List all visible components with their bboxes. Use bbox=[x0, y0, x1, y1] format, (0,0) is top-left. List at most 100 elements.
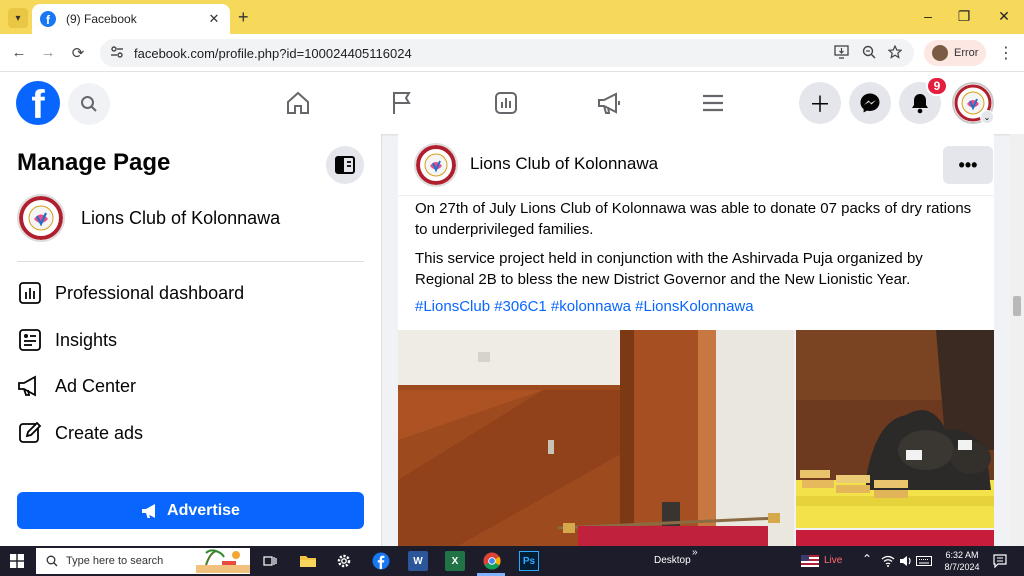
profile-avatar bbox=[932, 45, 948, 61]
bookmark-star-icon[interactable] bbox=[887, 44, 903, 62]
search-icon bbox=[46, 555, 58, 567]
task-view-icon[interactable] bbox=[260, 551, 280, 571]
excel-app-icon[interactable]: X bbox=[445, 551, 465, 571]
insights-tab[interactable] bbox=[491, 88, 521, 118]
forward-button[interactable]: → bbox=[38, 44, 58, 61]
chrome-menu-icon[interactable]: ⋮ bbox=[998, 43, 1014, 63]
clock-time: 6:32 AM bbox=[945, 550, 979, 560]
browser-titlebar: ▾ f (9) Facebook ✕ + – ❐ ✕ bbox=[0, 0, 1024, 34]
chrome-profile-button[interactable]: Error bbox=[924, 40, 986, 66]
switch-panel-button[interactable] bbox=[326, 146, 364, 184]
sidebar-item-ad-center[interactable]: Ad Center bbox=[17, 366, 364, 406]
post-hashtags[interactable]: #LionsClub #306C1 #kolonnawa #LionsKolon… bbox=[415, 298, 754, 315]
file-explorer-icon[interactable] bbox=[298, 551, 318, 571]
ads-tab[interactable] bbox=[595, 88, 625, 118]
back-button[interactable]: ← bbox=[9, 44, 29, 61]
flag-icon bbox=[393, 92, 411, 114]
hamburger-icon bbox=[703, 94, 723, 112]
install-app-icon[interactable] bbox=[834, 45, 849, 62]
photoshop-app-icon[interactable]: Ps bbox=[519, 551, 539, 571]
insights-icon bbox=[17, 327, 43, 353]
post-photo-main[interactable] bbox=[398, 330, 794, 546]
zoom-icon[interactable] bbox=[862, 45, 876, 62]
windows-taskbar: Type here to search W X Ps Desktop » Liv… bbox=[0, 546, 1024, 576]
taskbar-search-placeholder: Type here to search bbox=[66, 555, 164, 567]
advertise-button[interactable]: Advertise bbox=[17, 492, 364, 529]
sidebar-item-create-ads[interactable]: Create ads bbox=[17, 413, 364, 453]
sidebar-item-label: Create ads bbox=[55, 422, 144, 443]
post-more-button[interactable]: ••• bbox=[943, 146, 993, 184]
show-hidden-icons-chevron-icon[interactable]: ⌃ bbox=[862, 552, 872, 566]
page-scrollbar[interactable] bbox=[1010, 134, 1024, 546]
notification-center-icon[interactable] bbox=[990, 551, 1010, 571]
sidebar-item-label: Ad Center bbox=[55, 375, 137, 396]
keyboard-icon[interactable] bbox=[914, 551, 934, 571]
megaphone-icon bbox=[142, 503, 156, 518]
scrollbar-thumb[interactable] bbox=[1013, 296, 1021, 316]
account-caret-icon[interactable]: ⌄ bbox=[980, 110, 994, 124]
megaphone-icon bbox=[598, 92, 620, 114]
settings-gear-icon[interactable] bbox=[334, 551, 354, 571]
search-icon bbox=[81, 96, 97, 112]
profile-error-label: Error bbox=[954, 47, 979, 59]
create-button[interactable]: ＋ bbox=[799, 82, 841, 124]
facebook-header: f ＋ ⌄ bbox=[0, 72, 1024, 134]
facebook-logo-icon[interactable]: f bbox=[16, 81, 60, 125]
sidebar-divider bbox=[17, 261, 364, 262]
browser-tab[interactable]: f (9) Facebook ✕ bbox=[32, 4, 230, 34]
chrome-app-icon[interactable] bbox=[482, 551, 502, 571]
new-tab-button[interactable]: + bbox=[238, 7, 249, 28]
facebook-app-icon[interactable] bbox=[371, 551, 391, 571]
pencil-icon bbox=[17, 420, 43, 446]
tab-title: (9) Facebook bbox=[66, 12, 137, 26]
post-paragraph: This service project held in conjunction… bbox=[415, 250, 923, 288]
lions-club-logo-icon bbox=[19, 196, 63, 240]
post-page-name[interactable]: Lions Club of Kolonnawa bbox=[470, 154, 658, 174]
sidebar-item-label: Insights bbox=[55, 329, 118, 350]
desktop-toolbar-label[interactable]: Desktop bbox=[654, 555, 691, 566]
sidebar-title: Manage Page bbox=[17, 149, 171, 176]
volume-icon[interactable] bbox=[896, 551, 916, 571]
bell-icon bbox=[912, 94, 928, 114]
word-app-icon[interactable]: W bbox=[408, 551, 428, 571]
dashboard-icon bbox=[17, 280, 43, 306]
minimize-button[interactable]: – bbox=[918, 8, 938, 24]
site-info-icon[interactable] bbox=[110, 45, 124, 62]
sidebar-item-label: Professional dashboard bbox=[55, 282, 245, 303]
windows-start-icon[interactable] bbox=[10, 554, 24, 573]
live-label[interactable]: Live bbox=[824, 555, 842, 566]
post-photo-side[interactable] bbox=[796, 530, 994, 546]
post-photo-side[interactable] bbox=[796, 330, 994, 528]
menu-tab[interactable] bbox=[698, 88, 728, 118]
plus-icon: ＋ bbox=[808, 92, 831, 117]
pages-tab[interactable] bbox=[387, 88, 417, 118]
messenger-icon bbox=[860, 93, 880, 113]
desktop-toolbar-chevron[interactable]: » bbox=[692, 547, 698, 558]
manage-page-sidebar: Manage Page Lions Club of Kolonnawa Prof… bbox=[0, 134, 382, 546]
wifi-icon[interactable] bbox=[878, 551, 898, 571]
lions-club-logo-icon bbox=[416, 145, 456, 185]
advertise-label: Advertise bbox=[167, 501, 240, 519]
facebook-search-button[interactable] bbox=[68, 83, 110, 125]
taskbar-clock[interactable]: 6:32 AM 8/7/2024 bbox=[940, 549, 984, 573]
news-flag-icon[interactable] bbox=[800, 551, 820, 571]
address-bar[interactable]: facebook.com/profile.php?id=100024405116… bbox=[100, 39, 914, 67]
url-text: facebook.com/profile.php?id=100024405116… bbox=[134, 46, 412, 61]
facebook-favicon-icon: f bbox=[40, 11, 56, 27]
tab-close-icon[interactable]: ✕ bbox=[206, 11, 222, 27]
page-switcher[interactable]: Lions Club of Kolonnawa bbox=[17, 194, 280, 242]
messenger-button[interactable] bbox=[849, 82, 891, 124]
sidebar-item-insights[interactable]: Insights bbox=[17, 320, 364, 360]
taskbar-search-box[interactable]: Type here to search bbox=[36, 548, 250, 574]
sidebar-item-professional-dashboard[interactable]: Professional dashboard bbox=[17, 273, 364, 313]
search-highlight-beach-icon bbox=[196, 549, 250, 573]
panel-switch-icon bbox=[335, 156, 355, 174]
home-tab[interactable] bbox=[283, 88, 313, 118]
post-paragraph: On 27th of July Lions Club of Kolonnawa … bbox=[415, 200, 972, 238]
post-page-avatar[interactable] bbox=[414, 143, 458, 187]
window-close-button[interactable]: ✕ bbox=[994, 8, 1014, 25]
reload-button[interactable]: ⟳ bbox=[68, 44, 88, 62]
tab-search-button[interactable]: ▾ bbox=[8, 8, 28, 28]
chart-icon bbox=[495, 92, 517, 114]
maximize-button[interactable]: ❐ bbox=[954, 8, 974, 25]
